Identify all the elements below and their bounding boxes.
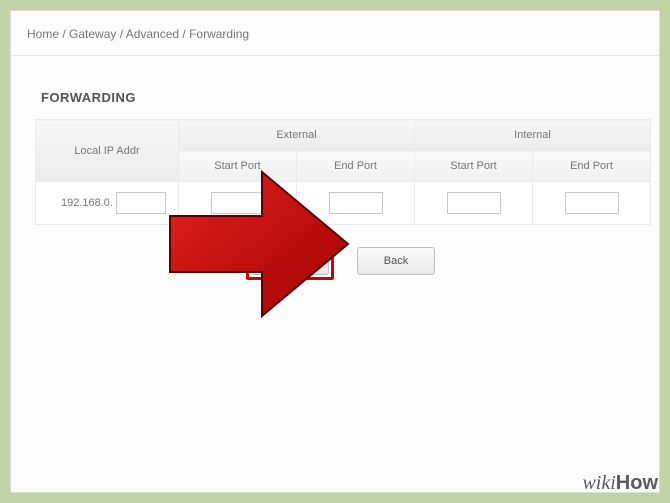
col-local-ip: Local IP Addr bbox=[36, 120, 179, 182]
breadcrumb-bar: Home / Gateway / Advanced / Forwarding bbox=[11, 11, 659, 56]
page-title: FORWARDING bbox=[41, 90, 651, 105]
col-int-end: End Port bbox=[533, 151, 651, 182]
int-end-port-input[interactable] bbox=[565, 192, 619, 214]
col-int-start: Start Port bbox=[415, 151, 533, 182]
col-ext-start: Start Port bbox=[179, 151, 297, 182]
content-area: FORWARDING Local IP Addr External Intern… bbox=[11, 56, 659, 275]
ip-prefix: 192.168.0. bbox=[61, 197, 113, 209]
col-internal: Internal bbox=[415, 120, 651, 151]
table-row: 192.168.0. bbox=[36, 182, 651, 225]
button-row: Add Back bbox=[35, 247, 651, 275]
add-button-highlight: Add bbox=[251, 247, 329, 275]
ext-start-port-input[interactable] bbox=[211, 192, 265, 214]
int-start-port-input[interactable] bbox=[447, 192, 501, 214]
add-button[interactable]: Add bbox=[251, 247, 329, 275]
page-frame: Home / Gateway / Advanced / Forwarding F… bbox=[10, 10, 660, 493]
col-ext-end: End Port bbox=[297, 151, 415, 182]
ip-last-octet-input[interactable] bbox=[116, 192, 166, 214]
col-external: External bbox=[179, 120, 415, 151]
breadcrumb: Home / Gateway / Advanced / Forwarding bbox=[27, 27, 249, 41]
back-button[interactable]: Back bbox=[357, 247, 435, 275]
ext-end-port-input[interactable] bbox=[329, 192, 383, 214]
forwarding-table: Local IP Addr External Internal Start Po… bbox=[35, 119, 651, 225]
